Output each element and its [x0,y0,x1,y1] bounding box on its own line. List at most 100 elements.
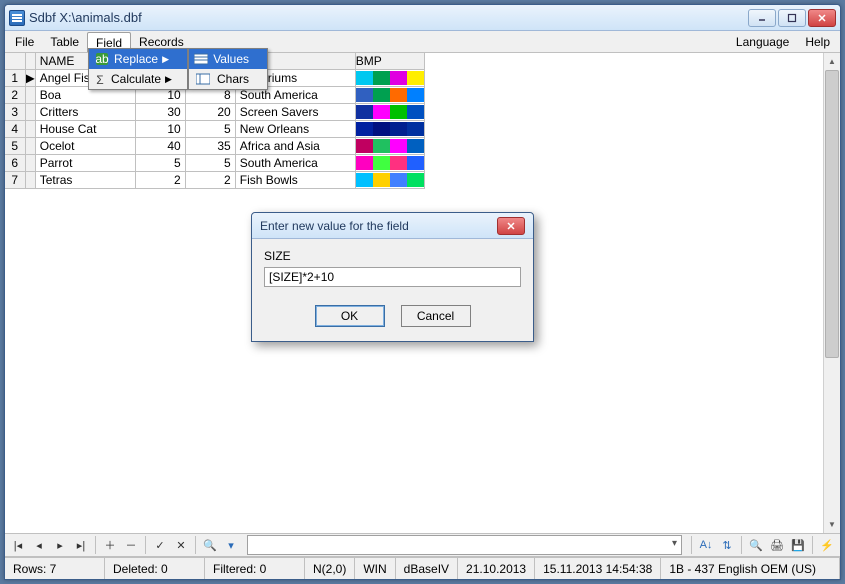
cell-size[interactable]: 5 [135,155,185,172]
row-marker [25,172,35,189]
zoom-icon[interactable]: 🔍 [747,536,765,554]
table-row[interactable]: 5 Ocelot4035Africa and Asia [5,138,424,155]
status-os: WIN [355,558,395,579]
menu-help[interactable]: Help [797,31,838,52]
cell-name[interactable]: House Cat [35,121,135,138]
cell-bmp[interactable] [355,70,424,87]
delete-record-button[interactable]: － [122,536,140,554]
cell-area[interactable]: Africa and Asia [235,138,355,155]
calculate-icon: Σ [93,71,107,87]
cell-weight[interactable]: 35 [185,138,235,155]
menu-table[interactable]: Table [42,31,87,52]
next-record-button[interactable]: ▸ [51,536,69,554]
cancel-button[interactable]: Cancel [401,305,471,327]
status-rows: Rows: 7 [5,558,105,579]
ok-button[interactable]: OK [315,305,385,327]
row-number: 2 [5,87,25,104]
status-encoding: 1B - 437 English OEM (US) [661,558,840,579]
filter-icon[interactable]: ▾ [222,536,240,554]
cell-bmp[interactable] [355,172,424,189]
cell-size[interactable]: 2 [135,172,185,189]
maximize-button[interactable] [778,9,806,27]
table-row[interactable]: 3 Critters3020Screen Savers [5,104,424,121]
nav-toolbar: |◂ ◂ ▸ ▸| ＋ － ✓ ✕ 🔍 ▾ A↓ ⇅ 🔍 🖨 💾 ⚡ [5,533,840,557]
cell-weight[interactable]: 5 [185,121,235,138]
cell-area[interactable]: South America [235,155,355,172]
dialog-close-button[interactable] [497,217,525,235]
print-icon[interactable]: 🖨 [768,536,786,554]
submenu-chars[interactable]: Chars [189,69,267,89]
sort-toggle-icon[interactable]: ⇅ [718,536,736,554]
status-date: 21.10.2013 [458,558,535,579]
minimize-button[interactable] [748,9,776,27]
submenu-arrow-icon: ▶ [165,74,172,85]
svg-text:ab: ab [95,52,109,66]
row-number: 1 [5,70,25,87]
col-header-bmp[interactable]: BMP [355,53,424,70]
cell-size[interactable]: 10 [135,121,185,138]
status-deleted: Deleted: 0 [105,558,205,579]
table-row[interactable]: 6Parrot55South America [5,155,424,172]
titlebar[interactable]: Sdbf X:\animals.dbf [5,5,840,31]
row-marker [25,155,35,172]
export-icon[interactable]: 💾 [789,536,807,554]
cell-name[interactable]: Ocelot [35,138,135,155]
dialog-titlebar[interactable]: Enter new value for the field [252,213,533,239]
status-filtered: Filtered: 0 [205,558,305,579]
cell-bmp[interactable] [355,155,424,172]
menu-file[interactable]: File [7,31,42,52]
cell-area[interactable]: Screen Savers [235,104,355,121]
cell-area[interactable]: Fish Bowls [235,172,355,189]
cell-weight[interactable]: 20 [185,104,235,121]
add-record-button[interactable]: ＋ [101,536,119,554]
status-type: N(2,0) [305,558,355,579]
last-record-button[interactable]: ▸| [72,536,90,554]
scroll-thumb[interactable] [825,70,839,358]
cell-weight[interactable]: 2 [185,172,235,189]
cell-name[interactable]: Parrot [35,155,135,172]
row-marker [25,121,35,138]
replace-icon: ab [93,51,110,67]
row-marker: ▶ [25,70,35,87]
table-row[interactable]: 4House Cat105New Orleans [5,121,424,138]
row-number: 7 [5,172,25,189]
cell-weight[interactable]: 5 [185,155,235,172]
menu-language[interactable]: Language [728,31,797,52]
cancel-edit-button[interactable]: ✕ [172,536,190,554]
sort-asc-icon[interactable]: A↓ [697,536,715,554]
close-button[interactable] [808,9,836,27]
submenu-values[interactable]: Values [189,49,267,69]
row-marker [25,87,35,104]
binoculars-icon[interactable]: 🔍 [201,536,219,554]
cell-bmp[interactable] [355,104,424,121]
cell-size[interactable]: 30 [135,104,185,121]
dialog-value-input[interactable] [264,267,521,287]
cell-name[interactable]: Critters [35,104,135,121]
cell-name[interactable]: Tetras [35,172,135,189]
marker-header [25,53,35,70]
apply-button[interactable]: ✓ [151,536,169,554]
svg-text:Σ: Σ [96,73,103,86]
filter-input[interactable] [247,535,682,555]
scroll-up-button[interactable]: ▲ [824,53,840,70]
cell-bmp[interactable] [355,121,424,138]
replace-submenu: Values Chars [188,48,268,90]
lightning-icon[interactable]: ⚡ [818,536,836,554]
first-record-button[interactable]: |◂ [9,536,27,554]
row-marker [25,138,35,155]
cell-bmp[interactable] [355,138,424,155]
cell-area[interactable]: New Orleans [235,121,355,138]
vertical-scrollbar[interactable]: ▲ ▼ [823,53,840,533]
scroll-down-button[interactable]: ▼ [824,516,840,533]
window-title: Sdbf X:\animals.dbf [29,10,748,25]
rownum-header [5,53,25,70]
menu-calculate[interactable]: Σ Calculate ▶ [89,69,187,89]
row-number: 3 [5,104,25,121]
cell-size[interactable]: 40 [135,138,185,155]
input-dialog: Enter new value for the field SIZE OK Ca… [251,212,534,342]
row-number: 5 [5,138,25,155]
prev-record-button[interactable]: ◂ [30,536,48,554]
cell-bmp[interactable] [355,87,424,104]
table-row[interactable]: 7Tetras22Fish Bowls [5,172,424,189]
menu-replace[interactable]: ab Replace ▶ [89,49,187,69]
